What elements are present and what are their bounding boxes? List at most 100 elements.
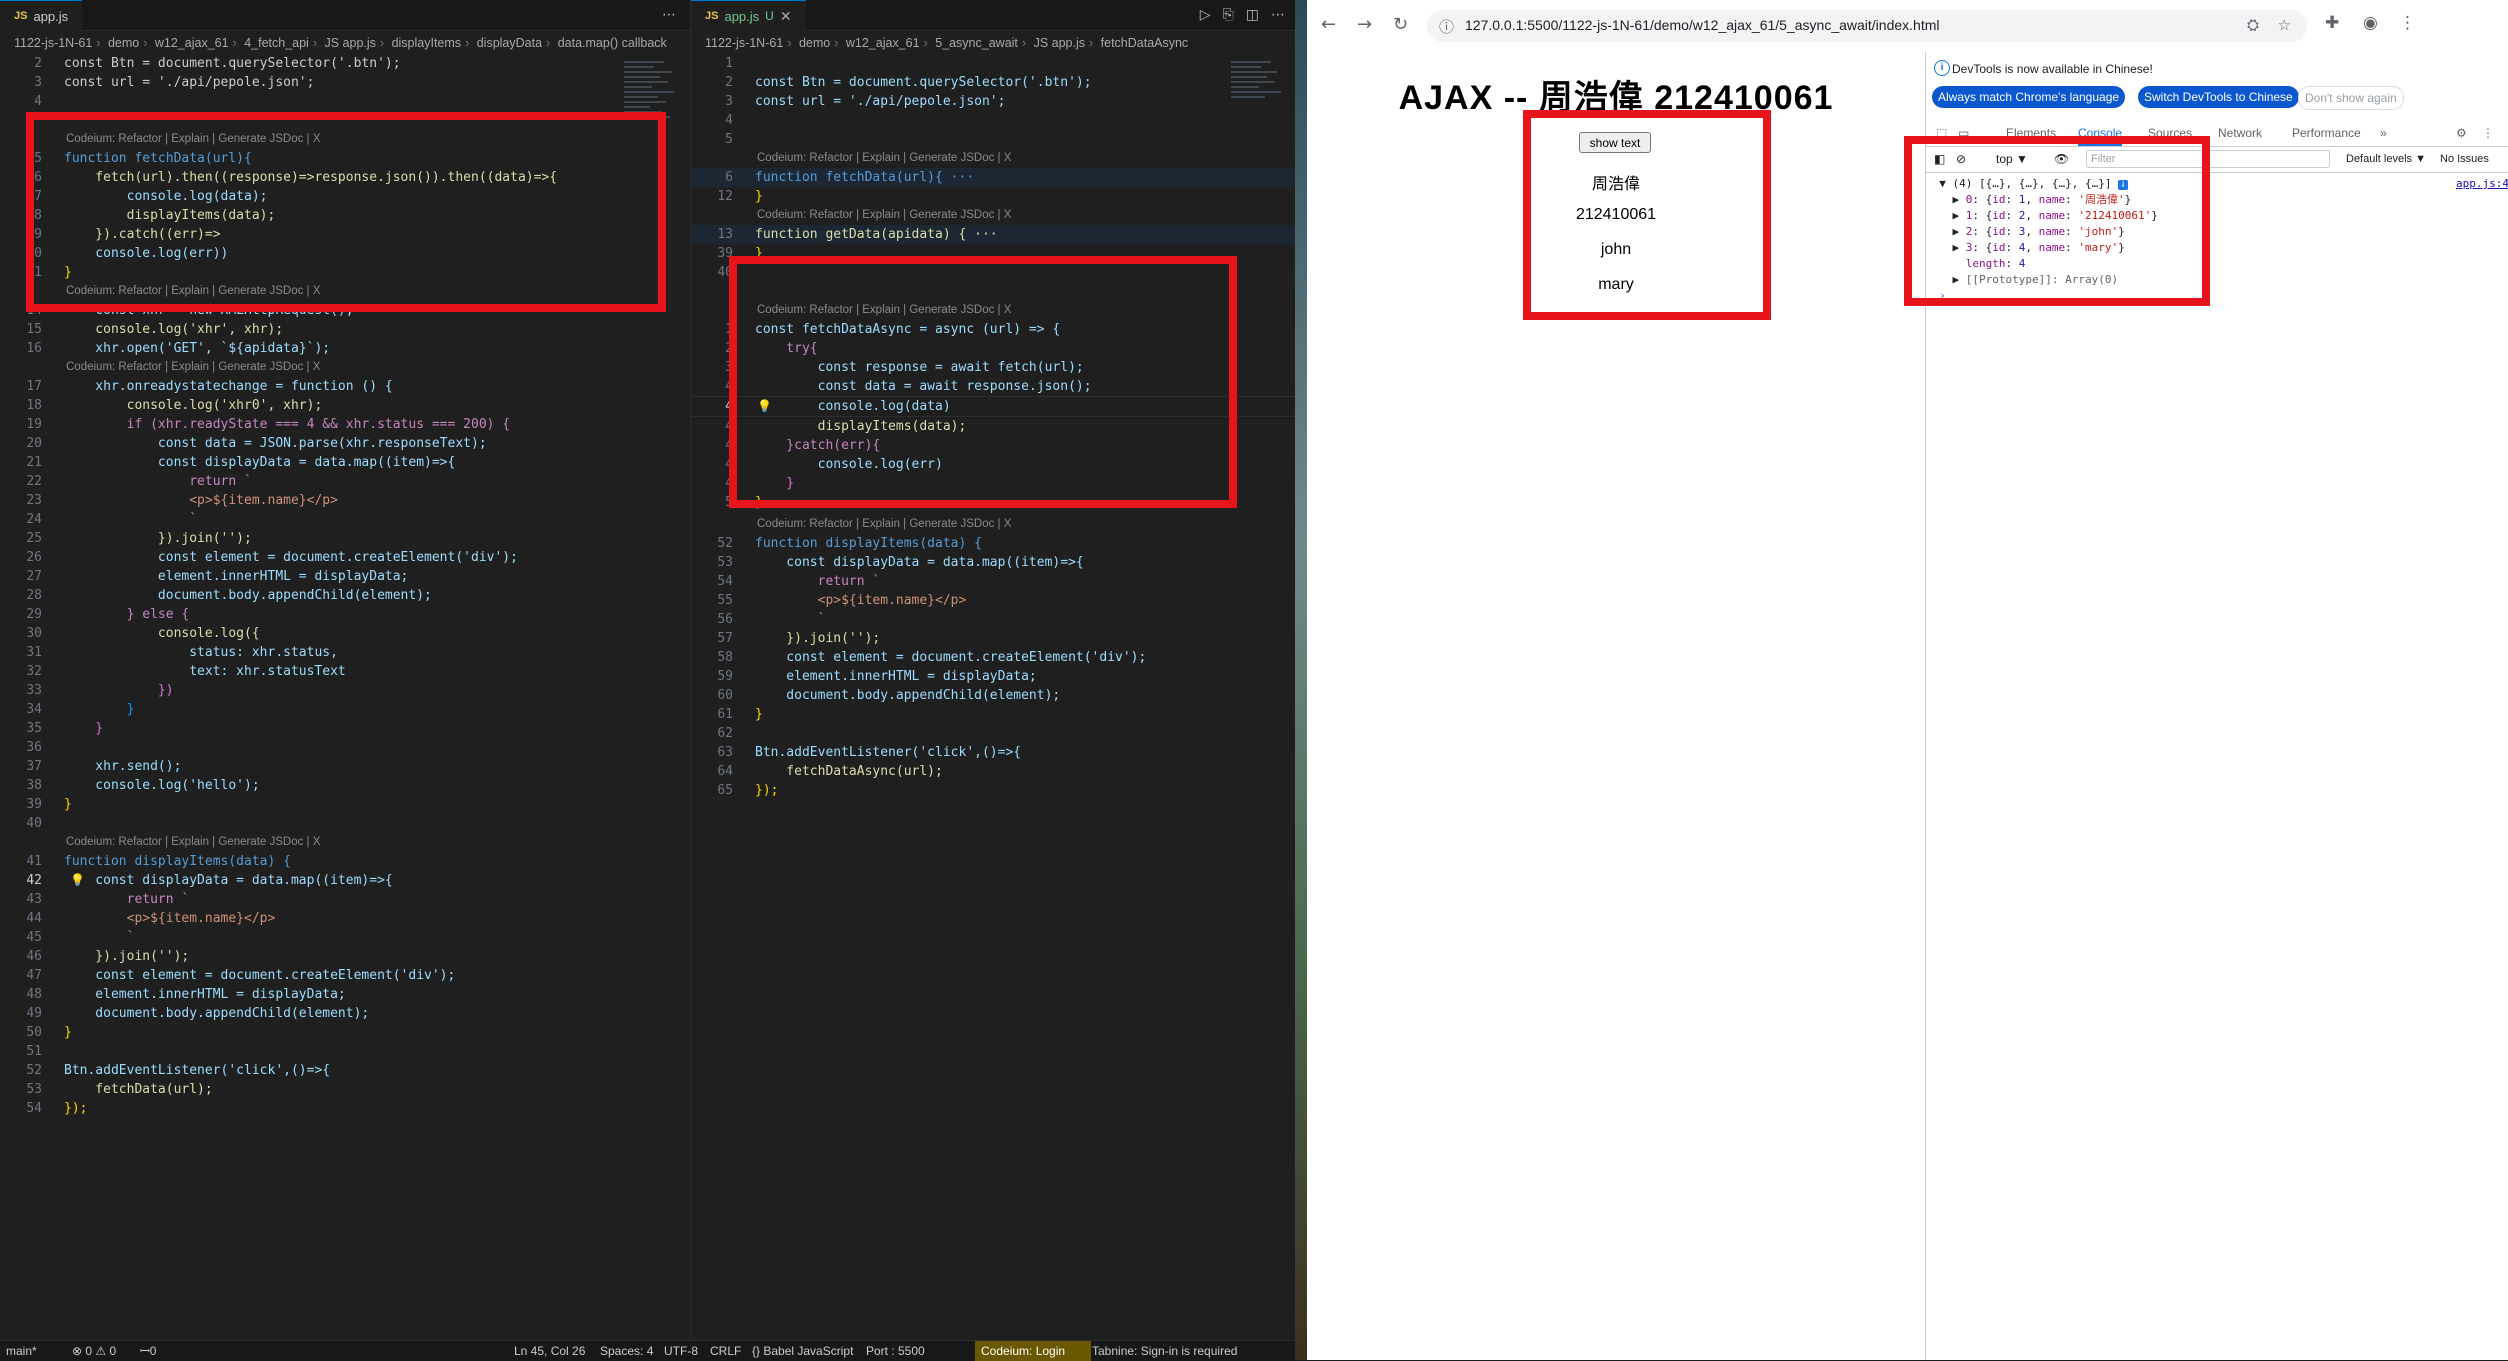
console-message[interactable]: ▼ (4) [{…}, {…}, {…}, {…}] i app.js:4 [1926, 176, 2508, 192]
codeium-codelens[interactable]: Codeium: Refactor | Explain | Generate J… [0, 833, 690, 852]
codeium-codelens[interactable]: Codeium: Refactor | Explain | Generate J… [0, 282, 690, 301]
clear-console-icon[interactable]: ⊘ [1956, 146, 1966, 172]
bookmark-star-icon[interactable]: ☆ [2278, 16, 2291, 34]
tab-elements[interactable]: Elements [2006, 120, 2056, 146]
crumb[interactable]: 5_async_await [935, 36, 1018, 50]
code-line: 65}); [691, 781, 1295, 800]
forward-icon[interactable]: → [1357, 14, 1372, 35]
code-line: 22 return ` [0, 472, 690, 491]
tab-network[interactable]: Network [2218, 120, 2262, 146]
device-toggle-icon[interactable]: ▭ [1958, 120, 1969, 146]
profile-icon[interactable]: ◉ [2363, 13, 2378, 33]
list-item: john [1600, 241, 1632, 258]
line-number: 11 [26, 265, 42, 280]
codeium-codelens[interactable]: Codeium: Refactor | Explain | Generate J… [0, 130, 690, 149]
crumb[interactable]: w12_ajax_61 [846, 36, 920, 50]
extensions-icon[interactable]: ✚ [2325, 13, 2339, 33]
crumb[interactable]: JS app.js [325, 36, 376, 50]
lightbulb-icon[interactable]: 💡 [757, 397, 772, 416]
inspect-icon[interactable]: ⬚ [1936, 120, 1947, 146]
settings-gear-icon[interactable]: ⚙ [2456, 120, 2467, 146]
status-branch[interactable]: main* [6, 1341, 37, 1361]
minimap-right[interactable] [1231, 58, 1289, 148]
code-editor-right[interactable]: 1 2 const Btn = document.querySelector('.… [691, 54, 1295, 800]
expand-triangle-icon[interactable]: ▼ [1939, 177, 1946, 190]
context-selector[interactable]: top ▼ [1996, 146, 2028, 172]
back-icon[interactable]: ← [1321, 14, 1336, 35]
tab-performance[interactable]: Performance [2292, 120, 2361, 146]
minimap-left[interactable] [624, 58, 682, 148]
console-filter-input[interactable]: Filter [2086, 150, 2330, 168]
codeium-codelens[interactable]: Codeium: Refactor | Explain | Generate J… [691, 206, 1295, 225]
address-bar[interactable]: ⓘ 127.0.0.1:5500/1122-js-1N-61/demo/w12_… [1427, 10, 2307, 42]
line-number: 40 [26, 816, 42, 831]
console-prompt-icon[interactable]: › [1926, 288, 2508, 304]
collapsed-triangle-icon[interactable]: ▶ [1953, 273, 1960, 286]
log-levels-dropdown[interactable]: Default levels ▼ [2346, 146, 2426, 172]
array-entry[interactable]: ▶ 1: {id: 2, name: '212410061'} [1926, 208, 2508, 224]
crumb-separator-icon: › [379, 36, 385, 50]
collapsed-triangle-icon[interactable]: ▶ [1953, 209, 1960, 222]
status-indentation[interactable]: Spaces: 4 [600, 1341, 653, 1361]
source-link[interactable]: app.js:4 [2456, 176, 2508, 192]
status-codeium[interactable]: Codeium: Login [975, 1341, 1091, 1361]
status-tabnine[interactable]: Tabnine: Sign-in is required [1092, 1341, 1237, 1361]
status-language[interactable]: {} Babel JavaScript [752, 1341, 853, 1361]
site-info-icon[interactable]: ⓘ [1439, 16, 1454, 37]
more-actions-icon[interactable]: ⋯ [662, 7, 676, 23]
sidebar-toggle-icon[interactable]: ◧ [1934, 146, 1945, 172]
code-line-folded[interactable]: 6 function fetchData(url){ ··· [691, 168, 1295, 187]
dont-show-again-button[interactable]: Don't show again [2298, 86, 2404, 110]
show-text-button[interactable]: show text [1579, 132, 1651, 153]
crumb[interactable]: 1122-js-1N-61 [14, 36, 92, 50]
status-port[interactable]: Port : 5500 [866, 1341, 925, 1361]
array-entry[interactable]: ▶ 2: {id: 3, name: 'john'} [1926, 224, 2508, 240]
menu-icon[interactable]: ⋮ [2399, 13, 2416, 33]
status-position[interactable]: Ln 45, Col 26 [514, 1341, 585, 1361]
more-actions-icon[interactable]: ⋯ [1271, 7, 1285, 23]
code-editor-left[interactable]: 2 const Btn = document.querySelector('.bt… [0, 54, 690, 1118]
code-line-folded[interactable]: 13 function getData(apidata) { ··· [691, 225, 1295, 244]
collapsed-triangle-icon[interactable]: ▶ [1953, 241, 1960, 254]
close-icon[interactable]: ✕ [780, 8, 792, 25]
run-icon[interactable]: ▷ [1200, 7, 1211, 23]
tab-app-js-left[interactable]: JS app.js [0, 0, 83, 31]
crumb[interactable]: 1122-js-1N-61 [705, 36, 783, 50]
codeium-codelens[interactable]: Codeium: Refactor | Explain | Generate J… [691, 515, 1295, 534]
open-changes-icon[interactable]: ⎘ [1223, 7, 1234, 23]
crumb[interactable]: displayItems [392, 36, 461, 50]
codeium-codelens[interactable]: Codeium: Refactor | Explain | Generate J… [0, 358, 690, 377]
tab-app-js-right[interactable]: JS app.js U ✕ [691, 0, 806, 31]
eye-icon[interactable]: 👁 [2054, 146, 2069, 172]
switch-chinese-button[interactable]: Switch DevTools to Chinese [2138, 86, 2299, 108]
crumb[interactable]: displayData [477, 36, 542, 50]
codeium-codelens[interactable]: Codeium: Refactor | Explain | Generate J… [691, 301, 1295, 320]
crumb[interactable]: JS app.js [1034, 36, 1085, 50]
tab-console[interactable]: Console [2078, 120, 2123, 146]
match-language-button[interactable]: Always match Chrome's language [1932, 86, 2126, 108]
array-prototype[interactable]: ▶ [[Prototype]]: Array(0) [1926, 272, 2508, 288]
lightbulb-icon[interactable]: 💡 [70, 871, 85, 890]
crumb[interactable]: w12_ajax_61 [155, 36, 229, 50]
array-entry[interactable]: ▶ 3: {id: 4, name: 'mary'} [1926, 240, 2508, 256]
more-options-icon[interactable]: ⋮ [2482, 120, 2494, 146]
crumb[interactable]: 4_fetch_api [244, 36, 309, 50]
reload-icon[interactable]: ↻ [1393, 14, 1408, 35]
collapsed-triangle-icon[interactable]: ▶ [1953, 225, 1960, 238]
status-eol[interactable]: CRLF [710, 1341, 741, 1361]
tab-sources[interactable]: Sources [2148, 120, 2192, 146]
split-editor-icon[interactable]: ◫ [1246, 7, 1259, 23]
codeium-codelens[interactable]: Codeium: Refactor | Explain | Generate J… [691, 149, 1295, 168]
array-entry[interactable]: ▶ 0: {id: 1, name: '周浩偉'} [1926, 192, 2508, 208]
status-problems[interactable]: ⊗ 0 ⚠ 0 [72, 1341, 116, 1361]
issues-indicator[interactable]: No Issues [2440, 146, 2489, 172]
status-ports[interactable]: ꟷ0 [140, 1341, 156, 1361]
translate-icon[interactable]: ⛭ [2247, 16, 2259, 34]
collapsed-triangle-icon[interactable]: ▶ [1953, 193, 1960, 206]
crumb[interactable]: data.map() callback [558, 36, 667, 50]
crumb[interactable]: fetchDataAsync [1101, 36, 1189, 50]
more-tabs-icon[interactable]: » [2380, 120, 2387, 146]
status-encoding[interactable]: UTF-8 [664, 1341, 698, 1361]
crumb[interactable]: demo [799, 36, 830, 50]
crumb[interactable]: demo [108, 36, 139, 50]
